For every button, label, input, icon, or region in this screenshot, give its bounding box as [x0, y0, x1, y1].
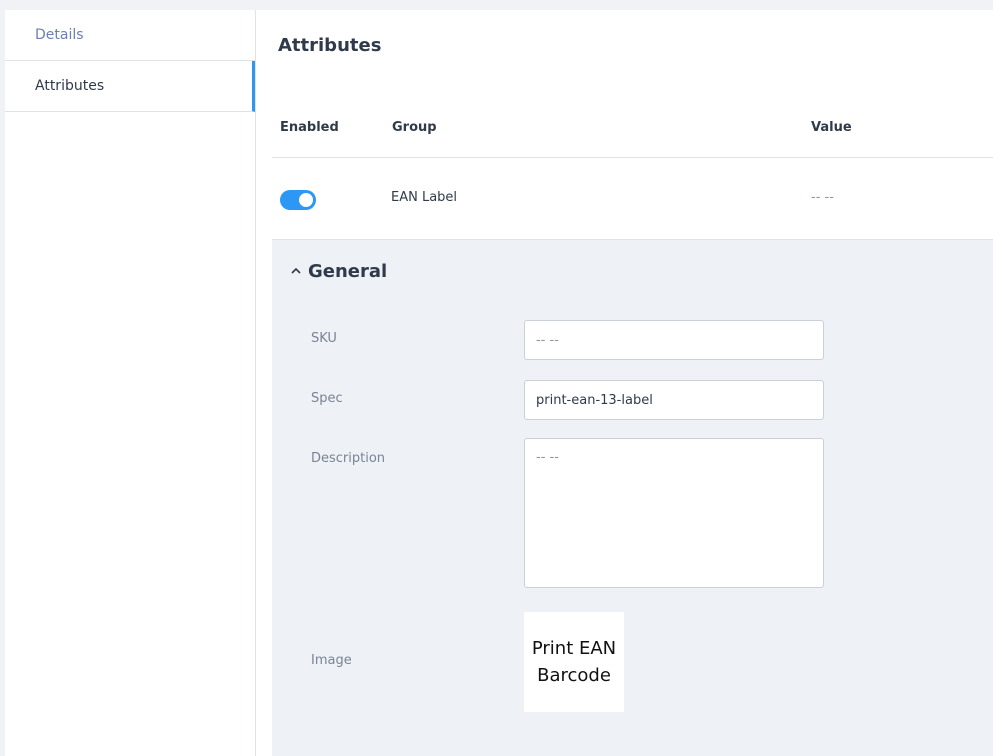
sku-label: SKU [311, 331, 337, 346]
group-cell: EAN Label [391, 190, 458, 205]
column-header-value: Value [811, 120, 852, 135]
column-header-group: Group [392, 120, 437, 135]
barcode-image: Print EAN Barcode [524, 612, 624, 712]
section-header-general[interactable]: General [290, 260, 387, 282]
app-root: Details Attributes Attributes Enabled Gr… [0, 0, 993, 756]
value-cell: -- -- [811, 190, 834, 205]
sidebar-item-label: Details [35, 27, 84, 43]
description-label: Description [311, 451, 386, 466]
sidebar-item-attributes[interactable]: Attributes [5, 61, 255, 112]
spec-label: Spec [311, 391, 343, 406]
toggle-knob [299, 193, 313, 207]
sidebar-item-details[interactable]: Details [5, 10, 255, 61]
sku-input[interactable] [524, 320, 824, 360]
image-caption: Print EAN Barcode [531, 638, 617, 686]
column-header-enabled: Enabled [280, 120, 339, 135]
main-content: Attributes Enabled Group Value EAN Label… [256, 10, 993, 756]
section-title: General [308, 260, 388, 282]
table-header: Enabled Group Value [272, 110, 993, 158]
page-title: Attributes [278, 35, 382, 56]
description-textarea[interactable] [524, 438, 824, 588]
sidebar: Details Attributes [5, 10, 256, 756]
sidebar-item-label: Attributes [35, 78, 105, 94]
spec-input[interactable] [524, 380, 824, 420]
attribute-details-panel: General SKU Spec Description Image Print… [272, 240, 993, 756]
chevron-up-icon [291, 267, 301, 274]
enabled-toggle[interactable] [280, 190, 316, 210]
image-label: Image [311, 653, 352, 668]
table-row: EAN Label -- -- [272, 158, 993, 240]
